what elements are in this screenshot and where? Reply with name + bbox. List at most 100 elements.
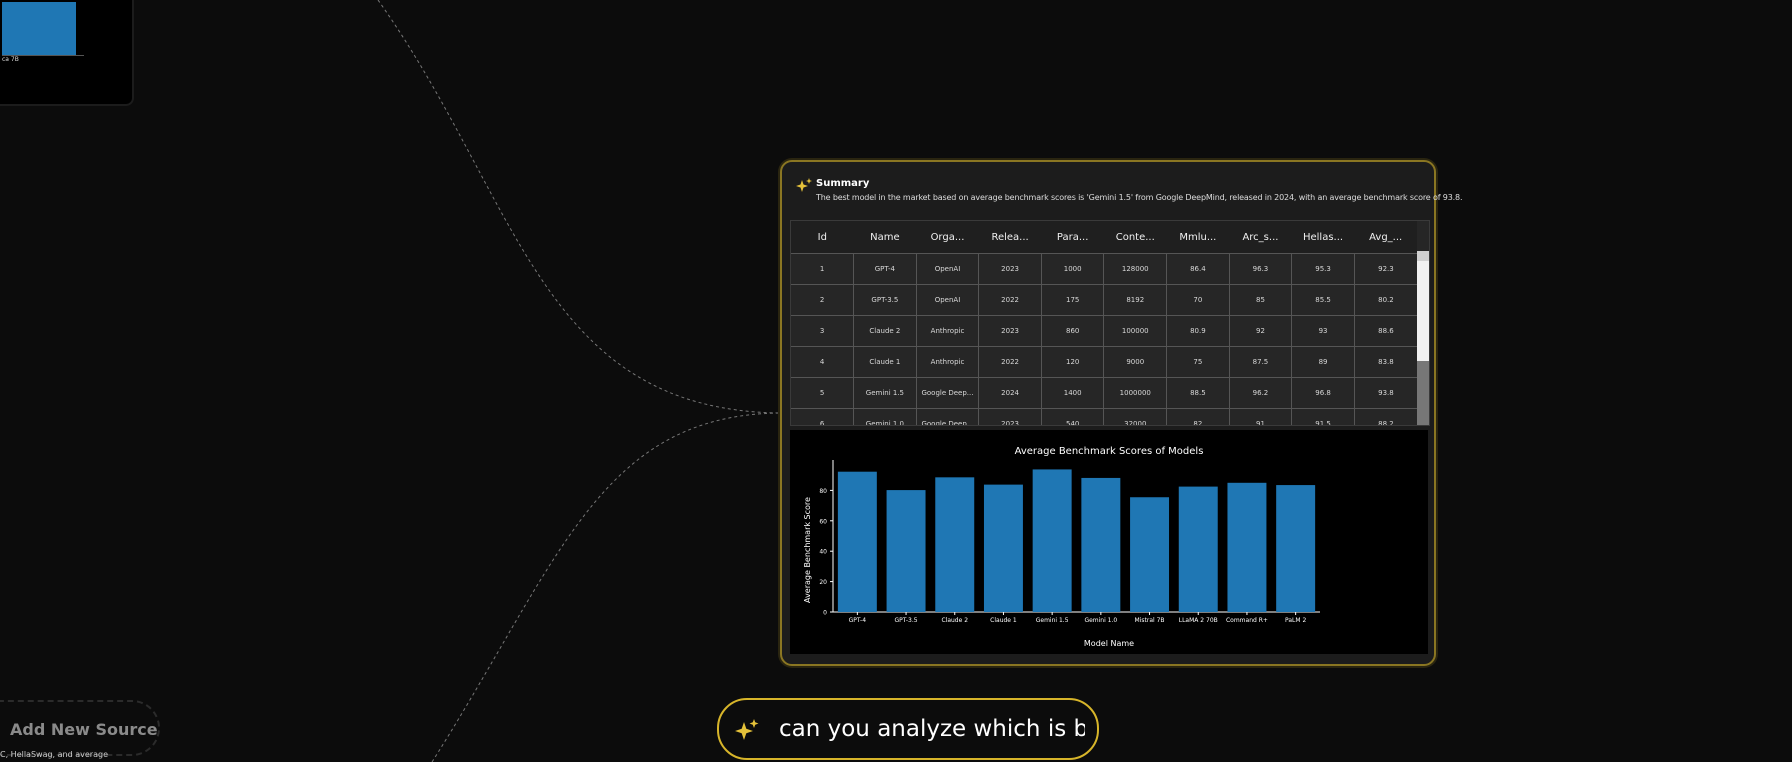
- column-header-organization[interactable]: Orga...: [916, 221, 979, 254]
- table-cell: 1000000: [1103, 377, 1168, 409]
- chart-bar: [1276, 485, 1316, 612]
- table-cell: 88.2: [1354, 408, 1417, 425]
- x-tick-label: Gemini 1.0: [1084, 617, 1117, 624]
- prompt-bar[interactable]: [717, 698, 1099, 760]
- table-cell: 2023: [978, 315, 1042, 347]
- table-cell: 2023: [978, 408, 1042, 425]
- table-row[interactable]: 4 Claude 1 Anthropic 2022 120 9000 75 87.5 89 83.…: [791, 346, 1417, 378]
- table-cell: 860: [1041, 315, 1105, 347]
- summary-section: Summary The best model in the market bas…: [796, 178, 1463, 218]
- table-cell: 96.8: [1291, 377, 1355, 409]
- y-tick-label: 80: [819, 488, 827, 495]
- add-new-source-button[interactable]: Add New Source: [0, 700, 160, 756]
- table-cell: 2024: [978, 377, 1042, 409]
- table-cell: GPT-3.5: [853, 284, 917, 316]
- summary-text: The best model in the market based on av…: [816, 193, 1463, 202]
- x-tick-label: PaLM 2: [1285, 617, 1306, 624]
- table-cell: 540: [1041, 408, 1105, 425]
- table-cell: 100000: [1103, 315, 1168, 347]
- column-header-id[interactable]: Id: [791, 221, 854, 254]
- table-cell: 1000: [1041, 253, 1105, 285]
- source-node-chart[interactable]: ca 7B: [0, 0, 134, 106]
- x-tick-label: Command R+: [1226, 617, 1268, 624]
- table-cell: 9000: [1103, 346, 1168, 378]
- table-cell: 5: [791, 377, 855, 409]
- table-scrollbar-thumb[interactable]: [1417, 261, 1429, 361]
- table-scrollbar-lower: [1417, 361, 1429, 425]
- column-header-name[interactable]: Name: [853, 221, 917, 254]
- column-header-mmlu[interactable]: Mmlu...: [1166, 221, 1230, 254]
- table-cell: GPT-4: [853, 253, 917, 285]
- y-tick-label: 0: [823, 610, 827, 617]
- chart-bar: [837, 471, 877, 612]
- table-row[interactable]: 6 Gemini 1.0 Google Deep... 2023 540 32000 82 9…: [791, 408, 1417, 425]
- x-tick-label: GPT-3.5: [895, 617, 918, 624]
- table-cell: 128000: [1103, 253, 1168, 285]
- table-cell: 91.5: [1291, 408, 1355, 425]
- table-row[interactable]: 5 Gemini 1.5 Google Deep... 2024 1400 1000000…: [791, 377, 1417, 409]
- table-cell: Anthropic: [916, 315, 980, 347]
- x-tick-label: Claude 1: [990, 617, 1017, 624]
- column-header-hellaswag[interactable]: Hellas...: [1291, 221, 1355, 254]
- chart-xlabel: Model Name: [1084, 639, 1134, 648]
- table-cell: 2: [791, 284, 855, 316]
- table-cell: 88.5: [1166, 377, 1230, 409]
- table-cell: OpenAI: [916, 284, 980, 316]
- table-cell: 80.2: [1354, 284, 1417, 316]
- chart-bar: [1227, 482, 1267, 612]
- sparkles-icon: [735, 719, 759, 740]
- prompt-input[interactable]: [779, 710, 1085, 748]
- chart-bar: [1178, 486, 1218, 612]
- table-cell: 85.5: [1291, 284, 1355, 316]
- table-cell: 2022: [978, 346, 1042, 378]
- bar-chart: Average Benchmark Scores of Models Avera…: [790, 430, 1428, 654]
- table-cell: 88.6: [1354, 315, 1417, 347]
- table-row[interactable]: 2 GPT-3.5 OpenAI 2022 175 8192 70 85 85.5 80.2: [791, 284, 1417, 316]
- chart-bar: [935, 477, 975, 612]
- sparkles-icon: [796, 178, 812, 192]
- result-card[interactable]: Summary The best model in the market bas…: [780, 160, 1463, 666]
- table-cell: 87.5: [1229, 346, 1293, 378]
- table-cell: 120: [1041, 346, 1105, 378]
- chart-ylabel: Average Benchmark Score: [803, 497, 812, 603]
- chart-bar: [1032, 469, 1072, 612]
- table-cell: 93.8: [1354, 377, 1417, 409]
- table-cell: 2023: [978, 253, 1042, 285]
- column-header-avg[interactable]: Avg_...: [1354, 221, 1417, 254]
- chart-bar: [983, 484, 1023, 612]
- table-cell: 91: [1229, 408, 1293, 425]
- table-cell: 4: [791, 346, 855, 378]
- table-cell: 1400: [1041, 377, 1105, 409]
- table-cell: 96.3: [1229, 253, 1293, 285]
- table-row[interactable]: 3 Claude 2 Anthropic 2023 860 100000 80.9 92 93 8…: [791, 315, 1417, 347]
- x-tick-label: GPT-4: [849, 617, 867, 624]
- table-cell: 8192: [1103, 284, 1168, 316]
- table-cell: Google Deep...: [916, 377, 980, 409]
- table-cell: 83.8: [1354, 346, 1417, 378]
- table-cell: 96.2: [1229, 377, 1293, 409]
- table-cell: OpenAI: [916, 253, 980, 285]
- chart-bar: [886, 490, 926, 612]
- table-cell: 32000: [1103, 408, 1168, 425]
- edge-top: [377, 0, 781, 414]
- table-cell: Anthropic: [916, 346, 980, 378]
- summary-title: Summary: [816, 178, 870, 189]
- column-header-context[interactable]: Conte...: [1103, 221, 1167, 254]
- results-table[interactable]: Id Name Orga... Relea... Para... Conte..…: [790, 220, 1430, 426]
- table-cell: 85: [1229, 284, 1293, 316]
- chart-bar: [2, 2, 76, 55]
- table-cell: 2022: [978, 284, 1042, 316]
- column-header-parameters[interactable]: Para...: [1041, 221, 1104, 254]
- x-tick-label: Claude 2: [941, 617, 968, 624]
- column-header-arc[interactable]: Arc_s...: [1229, 221, 1292, 254]
- chart-bar: [1081, 477, 1121, 612]
- table-cell: 3: [791, 315, 855, 347]
- add-new-source-label: Add New Source: [10, 720, 158, 739]
- column-header-release[interactable]: Relea...: [978, 221, 1042, 254]
- table-cell: 1: [791, 253, 855, 285]
- table-cell: 89: [1291, 346, 1355, 378]
- table-row[interactable]: 1 GPT-4 OpenAI 2023 1000 128000 86.4 96.3 95.3 92…: [791, 253, 1417, 285]
- x-tick-label: Mistral 7B: [1135, 617, 1165, 624]
- table-cell: 82: [1166, 408, 1230, 425]
- table-cell: Claude 2: [853, 315, 917, 347]
